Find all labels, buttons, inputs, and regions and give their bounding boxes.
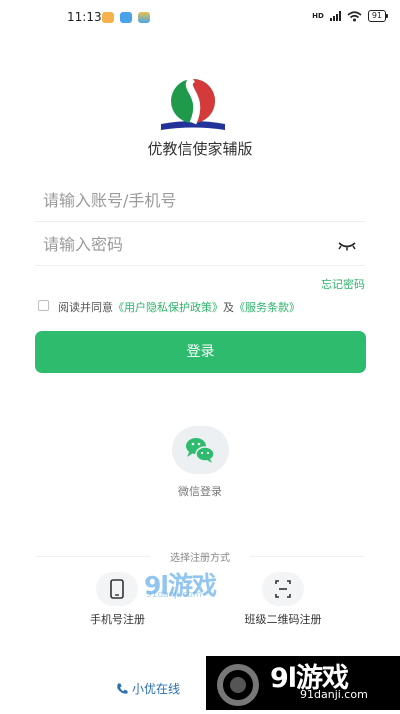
wechat-login-label: 微信登录 bbox=[178, 485, 222, 498]
signal-icon bbox=[329, 11, 341, 21]
password-field-row bbox=[35, 224, 365, 266]
online-service-label: 小优在线 bbox=[132, 682, 181, 696]
forgot-password-link[interactable]: 忘记密码 bbox=[321, 276, 365, 292]
qr-register-button[interactable] bbox=[262, 572, 304, 606]
account-input[interactable] bbox=[35, 180, 323, 220]
notification-app-icon bbox=[138, 12, 150, 23]
register-title: 选择注册方式 bbox=[170, 553, 230, 564]
login-button[interactable]: 登录 bbox=[35, 331, 366, 373]
app-title: 优教信使家辅版 bbox=[147, 140, 253, 158]
agreement-checkbox[interactable] bbox=[38, 300, 49, 311]
phone-call-icon bbox=[117, 683, 128, 694]
terms-link[interactable]: 《服务条款》 bbox=[234, 301, 300, 314]
phone-register-button[interactable] bbox=[96, 572, 138, 606]
notification-app-icon bbox=[102, 12, 114, 23]
qr-register-label[interactable]: 班级二维码注册 bbox=[234, 611, 332, 627]
phone-register-label[interactable]: 手机号注册 bbox=[80, 611, 155, 627]
wechat-login-button[interactable] bbox=[172, 426, 229, 474]
online-service-link[interactable]: 小优在线 bbox=[115, 680, 180, 697]
watermark-logo bbox=[217, 664, 259, 706]
password-visibility-icon[interactable] bbox=[337, 238, 357, 252]
status-indicators: HD 91 bbox=[312, 10, 389, 22]
watermark-box-site: 91danji.com bbox=[300, 688, 368, 701]
scan-qr-icon bbox=[275, 580, 291, 598]
phone-icon bbox=[110, 579, 124, 599]
account-field-row bbox=[35, 180, 365, 222]
wechat-icon bbox=[186, 438, 215, 463]
battery-icon: 91 bbox=[367, 10, 389, 22]
wifi-icon bbox=[347, 10, 362, 21]
privacy-policy-link[interactable]: 《用户隐私保护政策》 bbox=[113, 301, 223, 314]
weather-icon bbox=[120, 12, 132, 23]
agreement-text: 阅读并同意《用户隐私保护政策》及《服务条款》 bbox=[58, 299, 300, 315]
app-logo bbox=[161, 76, 225, 130]
watermark-site: 91danji.com bbox=[146, 590, 202, 600]
agreement-prefix: 阅读并同意 bbox=[58, 301, 113, 314]
password-input[interactable] bbox=[35, 224, 323, 264]
status-time: 11:13 bbox=[67, 10, 102, 24]
network-type: HD bbox=[312, 11, 324, 20]
agreement-and: 及 bbox=[223, 301, 234, 314]
